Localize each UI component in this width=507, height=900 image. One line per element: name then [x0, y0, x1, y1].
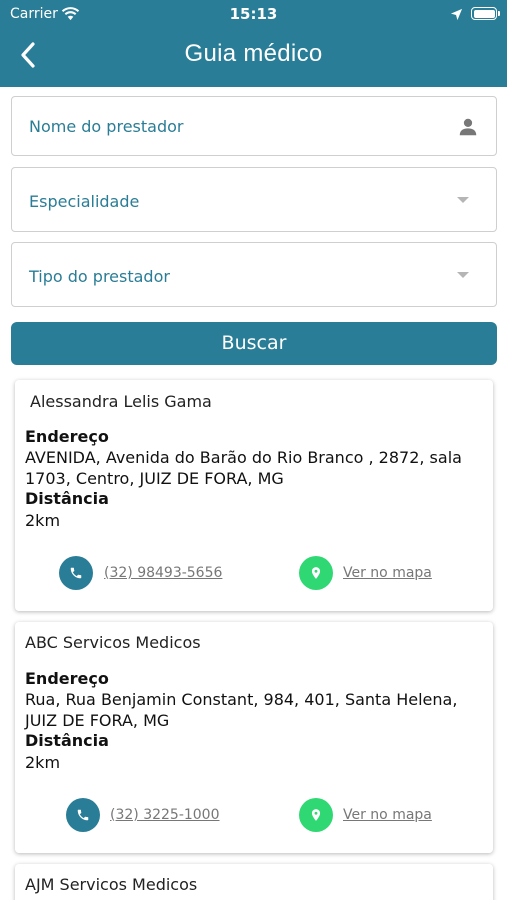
provider-address: Rua, Rua Benjamin Constant, 984, 401, Sa… — [25, 690, 458, 730]
provider-name: AJM Servicos Medicos — [25, 875, 198, 894]
call-button[interactable] — [66, 798, 100, 832]
provider-card: Alessandra Lelis Gama Endereço AVENIDA, … — [15, 380, 493, 611]
battery-icon — [471, 7, 500, 20]
page-title: Guia médico — [184, 40, 323, 67]
provider-distance: 2km — [25, 511, 61, 530]
provider-name-placeholder: Nome do prestador — [29, 117, 184, 136]
see-on-map-link[interactable]: Ver no mapa — [343, 565, 432, 581]
phone-icon — [77, 809, 89, 821]
dropdown-caret-icon — [457, 272, 469, 278]
map-button[interactable] — [299, 556, 333, 590]
distance-label: Distância — [25, 731, 109, 750]
status-bar: Carrier 15:13 — [0, 0, 507, 30]
map-pin-icon — [311, 567, 321, 579]
specialty-select[interactable]: Especialidade — [11, 167, 497, 232]
phone-icon — [70, 567, 82, 579]
provider-name-input[interactable]: Nome do prestador — [11, 96, 497, 156]
provider-type-select[interactable]: Tipo do prestador — [11, 242, 497, 307]
provider-name: ABC Servicos Medicos — [25, 633, 201, 652]
address-label: Endereço — [25, 427, 109, 446]
person-icon — [459, 118, 477, 136]
provider-type-placeholder: Tipo do prestador — [29, 267, 170, 286]
provider-card: AJM Servicos Medicos — [15, 864, 493, 900]
provider-distance: 2km — [25, 753, 61, 772]
see-on-map-link[interactable]: Ver no mapa — [343, 807, 432, 823]
provider-name: Alessandra Lelis Gama — [30, 392, 212, 411]
phone-link[interactable]: (32) 98493-5656 — [104, 565, 222, 581]
map-button[interactable] — [299, 798, 333, 832]
provider-address: AVENIDA, Avenida do Barão do Rio Branco … — [25, 448, 462, 488]
status-time: 15:13 — [229, 5, 278, 23]
provider-card: ABC Servicos Medicos Endereço Rua, Rua B… — [15, 622, 493, 853]
map-pin-icon — [311, 809, 321, 821]
phone-link[interactable]: (32) 3225-1000 — [110, 807, 220, 823]
call-button[interactable] — [59, 556, 93, 590]
address-label: Endereço — [25, 669, 109, 688]
specialty-placeholder: Especialidade — [29, 192, 140, 211]
search-button[interactable]: Buscar — [11, 322, 497, 365]
distance-label: Distância — [25, 489, 109, 508]
app-header: Carrier 15:13 Guia médico — [0, 0, 507, 87]
location-arrow-icon — [450, 8, 463, 21]
dropdown-caret-icon — [457, 197, 469, 203]
